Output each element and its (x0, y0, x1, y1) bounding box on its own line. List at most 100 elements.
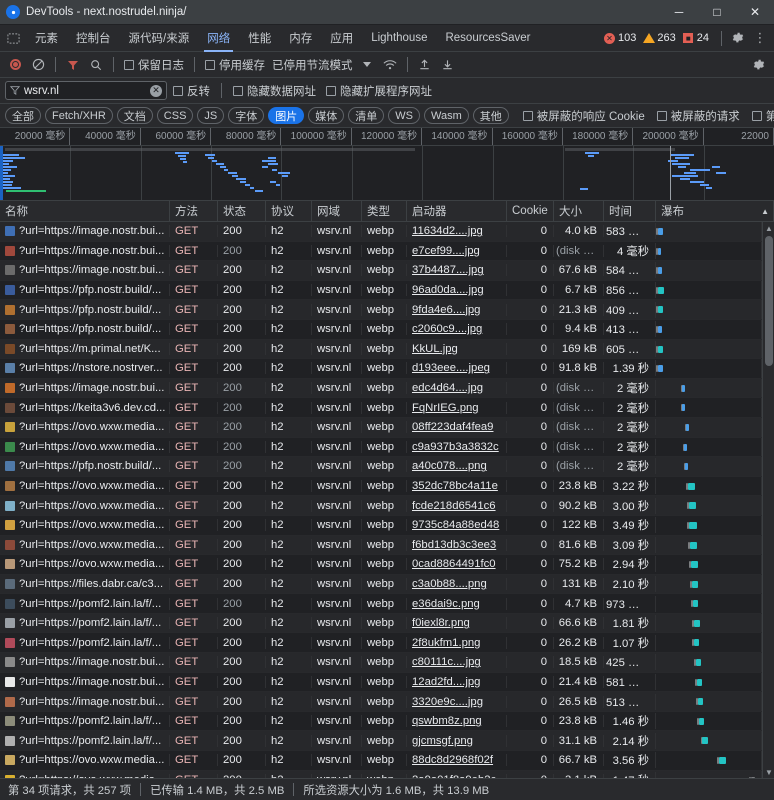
cell-initiator[interactable]: 08ff223daf4fea9 (407, 421, 507, 433)
search-icon[interactable] (85, 54, 107, 76)
cell-initiator[interactable]: f0iexl8r.png (407, 617, 507, 629)
throttling-select-value[interactable]: 已停用节流模式 (270, 57, 355, 73)
table-row[interactable]: ?url=https://image.nostr.bui...GET200h2w… (0, 653, 762, 673)
minimize-button[interactable]: ─ (660, 0, 698, 25)
tab-5[interactable]: 内存 (280, 25, 321, 52)
vertical-scrollbar[interactable]: ▲ ▼ (762, 222, 774, 778)
table-row[interactable]: ?url=https://pfp.nostr.build/...GET200h2… (0, 320, 762, 340)
cell-name[interactable]: ?url=https://ovo.wxw.media... (0, 754, 170, 766)
cell-name[interactable]: ?url=https://pomf2.lain.la/f/... (0, 598, 170, 610)
column-header-initiator[interactable]: 启动器 (407, 201, 507, 221)
cell-name[interactable]: ?url=https://files.dabr.ca/c3... (0, 578, 170, 590)
cell-initiator[interactable]: 352dc78bc4a11e (407, 480, 507, 492)
export-har-icon[interactable] (437, 54, 459, 76)
cell-name[interactable]: ?url=https://m.primal.net/K... (0, 343, 170, 355)
table-row[interactable]: ?url=https://pfp.nostr.build/...GET200h2… (0, 281, 762, 301)
scrollbar-thumb[interactable] (765, 236, 773, 366)
cell-initiator[interactable]: edc4d64....jpg (407, 382, 507, 394)
column-header-method[interactable]: 方法 (170, 201, 218, 221)
initiator-link[interactable]: 11634d2....jpg (412, 225, 483, 237)
type-chip-0[interactable]: 全部 (5, 107, 41, 124)
table-row[interactable]: ?url=https://image.nostr.bui...GET200h2w… (0, 379, 762, 399)
table-row[interactable]: ?url=https://ovo.wxw.media...GET200h2wsr… (0, 536, 762, 556)
close-button[interactable]: ✕ (736, 0, 774, 25)
cell-name[interactable]: ?url=https://pomf2.lain.la/f/... (0, 617, 170, 629)
cell-name[interactable]: ?url=https://image.nostr.bui... (0, 245, 170, 257)
type-chip-9[interactable]: WS (388, 107, 420, 124)
cell-initiator[interactable]: 9fda4e6....jpg (407, 304, 507, 316)
initiator-link[interactable]: f6bd13db3c3ee3 (412, 539, 496, 551)
wifi-icon[interactable] (379, 54, 401, 76)
cell-initiator[interactable]: 88dc8d2968f02f (407, 754, 507, 766)
table-row[interactable]: ?url=https://image.nostr.bui...GET200h2w… (0, 242, 762, 262)
dock-position-icon[interactable] (2, 27, 24, 49)
initiator-link[interactable]: 2a9a01f8a9eb2c (412, 774, 496, 778)
maximize-button[interactable]: □ (698, 0, 736, 25)
table-row[interactable]: ?url=https://nstore.nostrver...GET200h2w… (0, 359, 762, 379)
initiator-link[interactable]: 9735c84a88ed48 (412, 519, 499, 531)
table-row[interactable]: ?url=https://ovo.wxw.media...GET200h2wsr… (0, 771, 762, 778)
initiator-link[interactable]: c3a0b88....png (412, 578, 487, 590)
column-header-waterfall[interactable]: 瀑布▲ (656, 201, 774, 221)
cell-name[interactable]: ?url=https://ovo.wxw.media... (0, 441, 170, 453)
initiator-link[interactable]: d193eee....jpeg (412, 362, 490, 374)
cell-name[interactable]: ?url=https://pfp.nostr.build/... (0, 304, 170, 316)
initiator-link[interactable]: e36dai9c.png (412, 598, 480, 610)
cell-initiator[interactable]: c9a937b3a3832c (407, 441, 507, 453)
cell-name[interactable]: ?url=https://pomf2.lain.la/f/... (0, 735, 170, 747)
cell-name[interactable]: ?url=https://ovo.wxw.media... (0, 519, 170, 531)
blocked-cookies-checkbox[interactable]: 被屏蔽的响应 Cookie (519, 108, 649, 124)
initiator-link[interactable]: 88dc8d2968f02f (412, 754, 493, 766)
cell-name[interactable]: ?url=https://image.nostr.bui... (0, 656, 170, 668)
cell-initiator[interactable]: 2f8ukfm1.png (407, 637, 507, 649)
clear-button[interactable] (27, 54, 49, 76)
column-header-status[interactable]: 状态 (218, 201, 266, 221)
cell-name[interactable]: ?url=https://pfp.nostr.build/... (0, 284, 170, 296)
initiator-link[interactable]: gjcmsgf.png (412, 735, 473, 747)
type-chip-6[interactable]: 图片 (268, 107, 304, 124)
table-row[interactable]: ?url=https://pfp.nostr.build/...GET200h2… (0, 457, 762, 477)
cell-initiator[interactable]: f6bd13db3c3ee3 (407, 539, 507, 551)
column-header-name[interactable]: 名称 (0, 201, 170, 221)
cell-initiator[interactable]: 96ad0da....jpg (407, 284, 507, 296)
initiator-link[interactable]: 0cad8864491fc0 (412, 558, 496, 570)
cell-initiator[interactable]: c3a0b88....png (407, 578, 507, 590)
cell-name[interactable]: ?url=https://image.nostr.bui... (0, 676, 170, 688)
table-row[interactable]: ?url=https://pomf2.lain.la/f/...GET200h2… (0, 614, 762, 634)
table-row[interactable]: ?url=https://m.primal.net/K...GET200h2ws… (0, 340, 762, 360)
initiator-link[interactable]: qswbm8z.png (412, 715, 482, 727)
initiator-link[interactable]: edc4d64....jpg (412, 382, 483, 394)
cell-name[interactable]: ?url=https://ovo.wxw.media... (0, 774, 170, 778)
cell-name[interactable]: ?url=https://pfp.nostr.build/... (0, 323, 170, 335)
cell-initiator[interactable]: c80111c....jpg (407, 656, 507, 668)
tab-7[interactable]: Lighthouse (362, 25, 436, 52)
table-row[interactable]: ?url=https://image.nostr.bui...GET200h2w… (0, 673, 762, 693)
preserve-log-checkbox[interactable]: 保留日志 (120, 57, 188, 73)
cell-initiator[interactable]: 2a9a01f8a9eb2c (407, 774, 507, 778)
initiator-link[interactable]: c80111c....jpg (412, 656, 481, 668)
table-row[interactable]: ?url=https://ovo.wxw.media...GET200h2wsr… (0, 555, 762, 575)
cell-initiator[interactable]: d193eee....jpeg (407, 362, 507, 374)
initiator-link[interactable]: 96ad0da....jpg (412, 284, 484, 296)
cell-initiator[interactable]: KkUL.jpg (407, 343, 507, 355)
cell-name[interactable]: ?url=https://ovo.wxw.media... (0, 539, 170, 551)
table-row[interactable]: ?url=https://image.nostr.bui...GET200h2w… (0, 692, 762, 712)
tab-0[interactable]: 元素 (26, 25, 67, 52)
type-chip-10[interactable]: Wasm (424, 107, 469, 124)
cell-initiator[interactable]: 0cad8864491fc0 (407, 558, 507, 570)
network-overview[interactable]: 20000 毫秒40000 毫秒60000 毫秒80000 毫秒100000 毫… (0, 128, 774, 201)
initiator-link[interactable]: 08ff223daf4fea9 (412, 421, 493, 433)
initiator-link[interactable]: c2060c9....jpg (412, 323, 482, 335)
type-chip-3[interactable]: CSS (157, 107, 194, 124)
initiator-link[interactable]: 352dc78bc4a11e (412, 480, 498, 492)
table-row[interactable]: ?url=https://ovo.wxw.media...GET200h2wsr… (0, 477, 762, 497)
initiator-link[interactable]: 12ad2fd....jpg (412, 676, 480, 688)
table-row[interactable]: ?url=https://pomf2.lain.la/f/...GET200h2… (0, 712, 762, 732)
column-header-cookie[interactable]: Cookie (507, 201, 554, 221)
tab-4[interactable]: 性能 (239, 25, 280, 52)
cell-initiator[interactable]: fcde218d6541c6 (407, 500, 507, 512)
table-row[interactable]: ?url=https://ovo.wxw.media...GET200h2wsr… (0, 418, 762, 438)
more-options-icon[interactable]: ⋮ (749, 27, 771, 49)
invert-checkbox[interactable]: 反转 (169, 83, 214, 99)
cell-name[interactable]: ?url=https://ovo.wxw.media... (0, 480, 170, 492)
